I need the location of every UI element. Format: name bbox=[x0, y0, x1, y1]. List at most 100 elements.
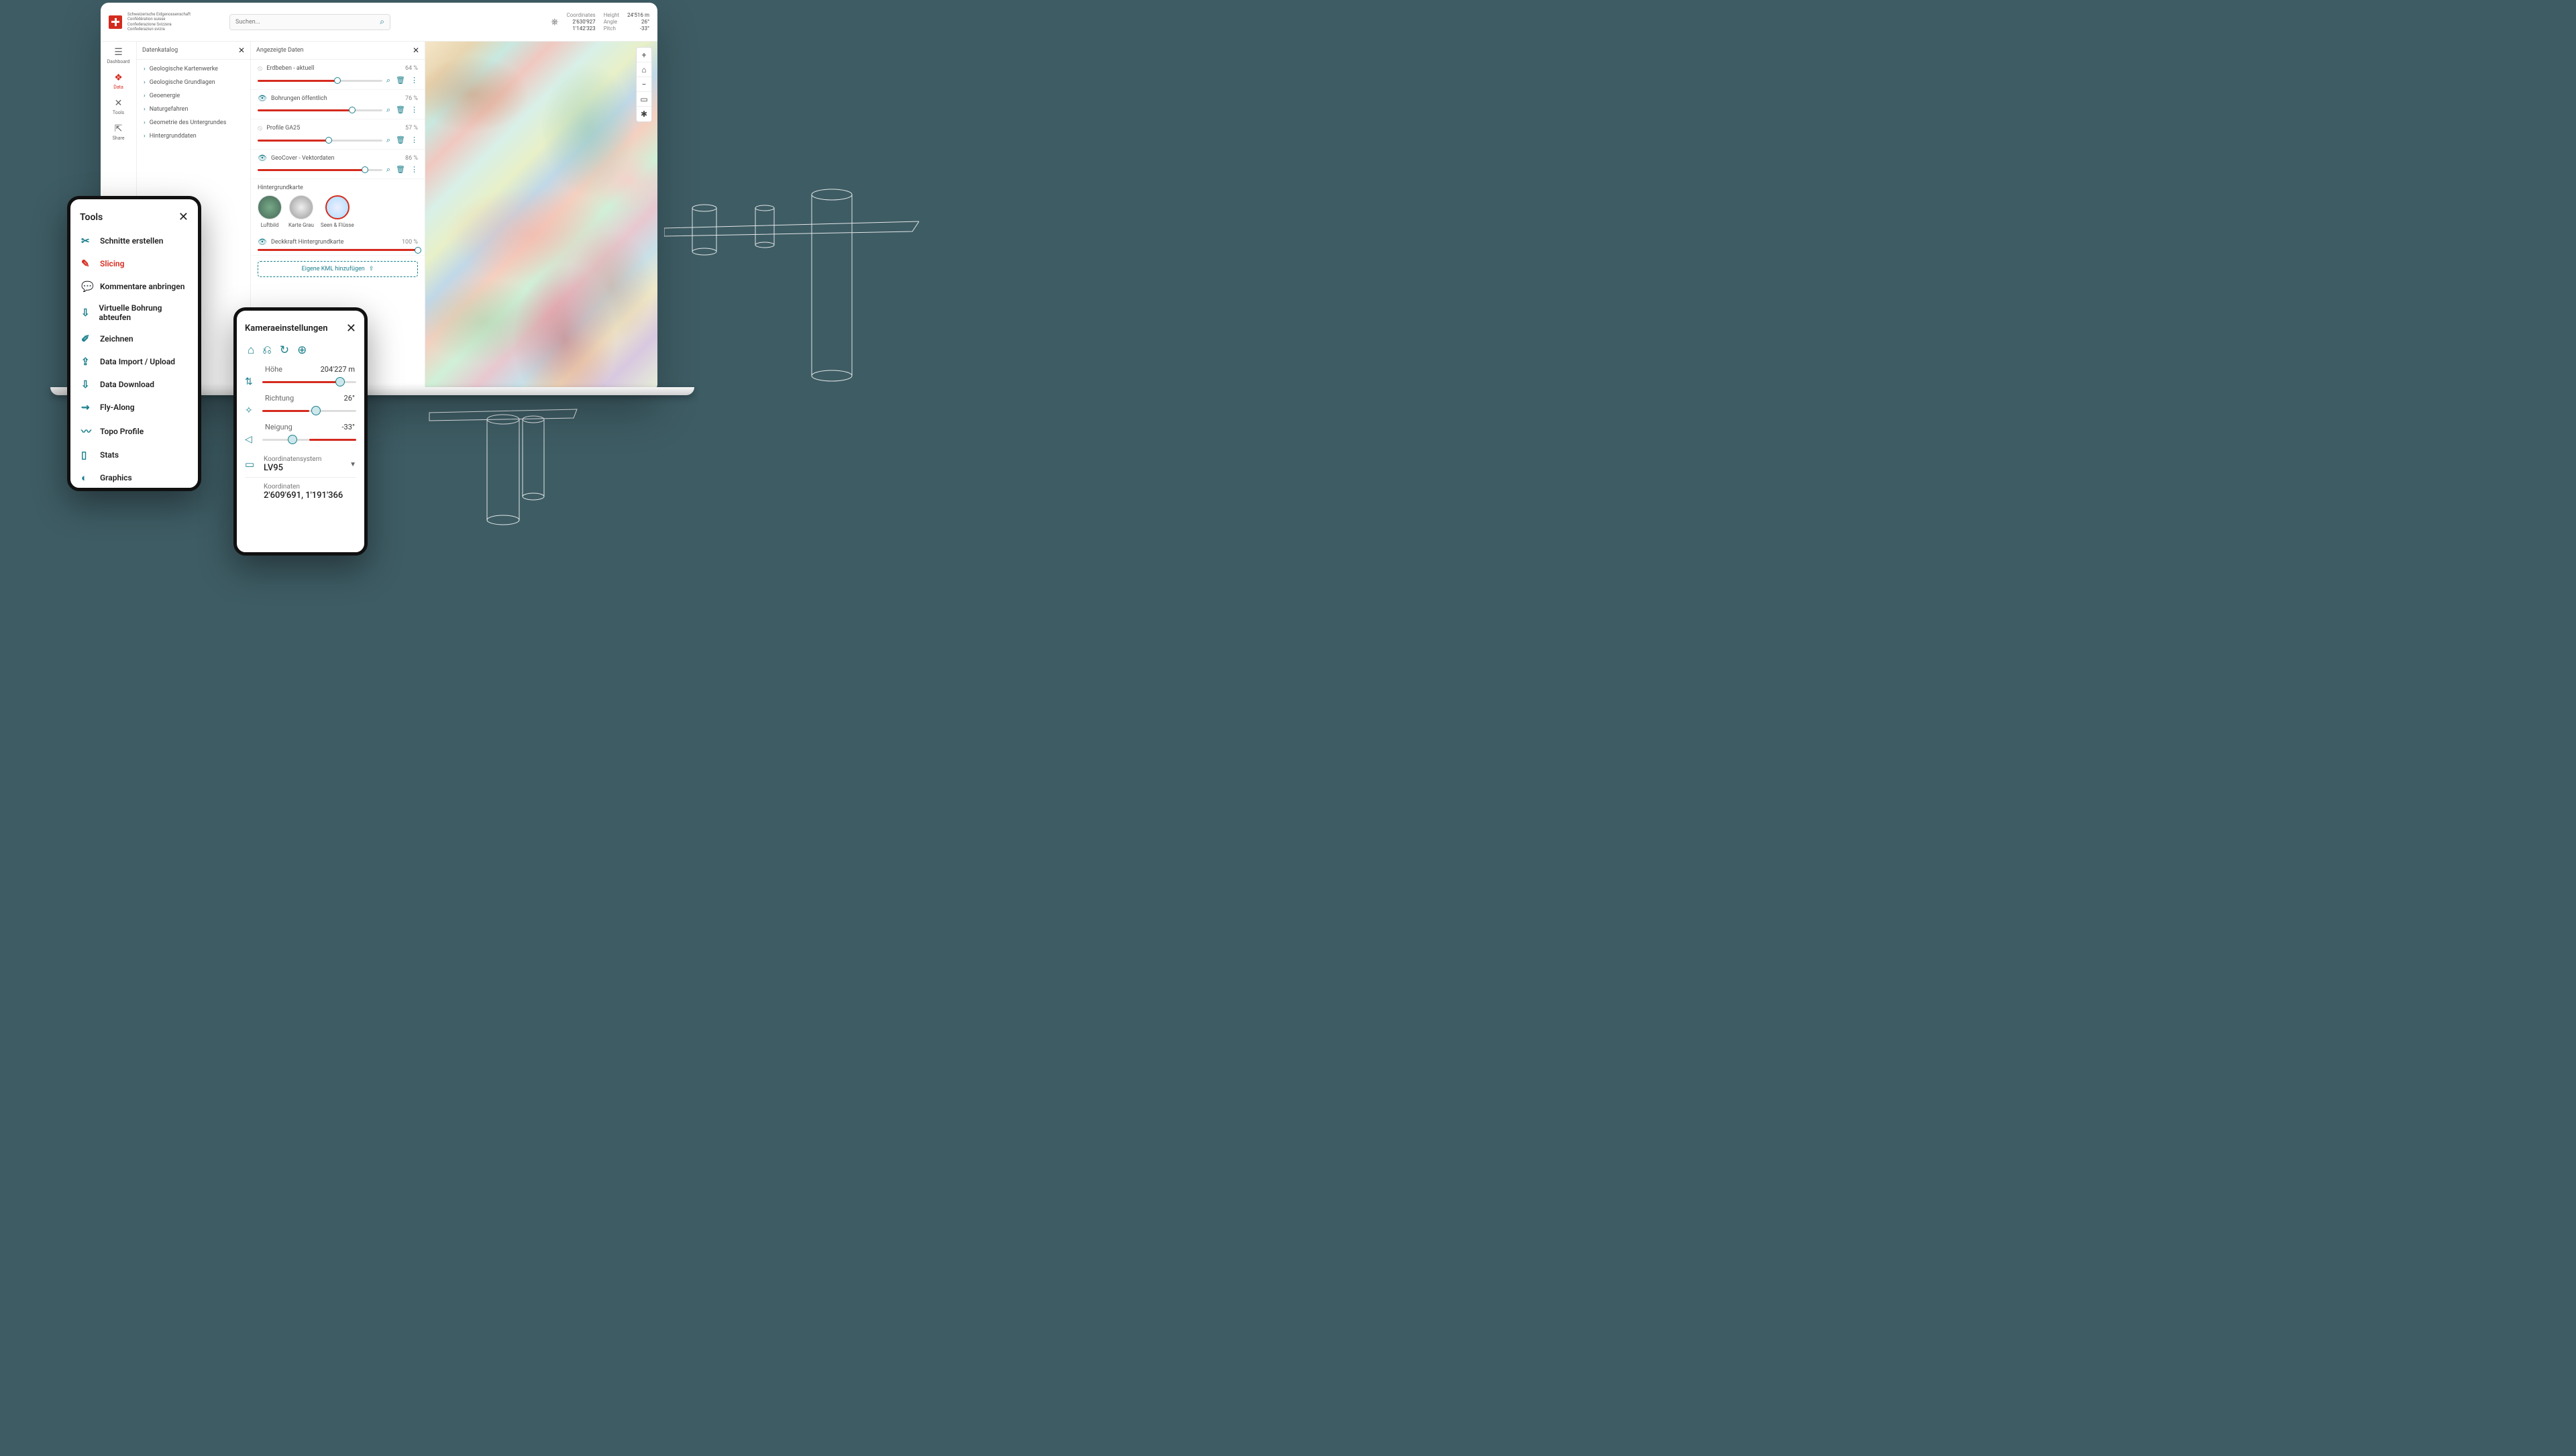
zoom-in-button[interactable]: + bbox=[637, 48, 651, 62]
more-icon[interactable]: ⋮ bbox=[411, 165, 418, 174]
search-input[interactable] bbox=[235, 19, 380, 25]
cam-tilt-label: Neigung bbox=[265, 423, 292, 431]
tool-item[interactable]: ⇩Virtuelle Bohrung abteufen bbox=[80, 299, 189, 326]
delete-icon[interactable]: 🗑 bbox=[396, 76, 405, 85]
home-button[interactable]: ⌂ bbox=[637, 62, 651, 77]
nav-share[interactable]: ⇱ Share bbox=[113, 123, 125, 141]
zoom-to-icon[interactable]: ⌕ bbox=[386, 76, 390, 85]
tool-item[interactable]: ✎Slicing bbox=[80, 254, 189, 274]
zoom-out-button[interactable]: − bbox=[637, 77, 651, 92]
eye-icon[interactable]: 👁 bbox=[258, 154, 267, 162]
tool-item[interactable]: ⇩Data Download bbox=[80, 374, 189, 395]
tool-label: Virtuelle Bohrung abteufen bbox=[99, 303, 187, 322]
compass-button[interactable]: ✱ bbox=[637, 107, 651, 121]
tool-item[interactable]: ▯ Stats bbox=[80, 445, 189, 465]
marker-icon: ⎈ bbox=[551, 17, 558, 28]
pitch-value: -33° bbox=[627, 25, 649, 32]
catalog-item[interactable]: › Hintergrunddaten bbox=[137, 129, 250, 143]
bg-option[interactable]: Karte Grau bbox=[288, 195, 314, 228]
height-icon: ⇅ bbox=[245, 376, 257, 387]
coords-north: 1'142'323 bbox=[567, 25, 596, 32]
menu-icon: ☰ bbox=[114, 47, 123, 58]
tool-label: Stats bbox=[100, 450, 119, 460]
bg-option[interactable]: Luftbild bbox=[258, 195, 282, 228]
layer-opacity-slider[interactable] bbox=[258, 140, 382, 142]
tool-item[interactable]: 💬Kommentare anbringen bbox=[80, 276, 189, 297]
tool-item[interactable]: ✂Schnitte erstellen bbox=[80, 231, 189, 251]
chevron-right-icon: › bbox=[144, 66, 146, 72]
tool-icon: ▯ bbox=[81, 449, 93, 461]
catalog-item[interactable]: › Geologische Grundlagen bbox=[137, 76, 250, 89]
chevron-right-icon: › bbox=[144, 119, 146, 126]
layer-opacity-slider[interactable] bbox=[258, 109, 382, 111]
app-header: Schweizerische Eidgenossenschaft Confédé… bbox=[101, 3, 657, 42]
cam-tilt-slider[interactable] bbox=[262, 439, 356, 441]
chevron-right-icon: › bbox=[144, 133, 146, 140]
bg-opacity-slider[interactable] bbox=[258, 249, 418, 251]
nav-dashboard[interactable]: ☰ Dashboard bbox=[107, 47, 130, 64]
catalog-item-label: Geologische Grundlagen bbox=[150, 79, 215, 86]
more-icon[interactable]: ⋮ bbox=[411, 136, 418, 145]
catalog-item-label: Hintergrunddaten bbox=[150, 133, 197, 140]
catalog-item[interactable]: ›Geometrie des Untergrundes bbox=[137, 116, 250, 129]
chevron-right-icon: › bbox=[144, 79, 146, 86]
cam-preset-2-icon[interactable]: ⎌ bbox=[262, 344, 272, 357]
bg-option[interactable]: Seen & Flüsse bbox=[321, 195, 354, 228]
search-box[interactable]: ⌕ bbox=[229, 14, 390, 30]
zoom-to-icon[interactable]: ⌕ bbox=[386, 105, 390, 115]
logo-area: Schweizerische Eidgenossenschaft Confédé… bbox=[109, 12, 229, 32]
delete-icon[interactable]: 🗑 bbox=[396, 136, 405, 145]
eye-icon[interactable]: ⦸ bbox=[258, 64, 262, 73]
swiss-cross-icon bbox=[109, 15, 122, 29]
cam-preset-1-icon[interactable]: ⌂ bbox=[248, 344, 254, 357]
layer-row: ⦸Profile GA2557 %⌕🗑⋮ bbox=[251, 119, 425, 150]
catalog-item[interactable]: ›Geologische Kartenwerke bbox=[137, 62, 250, 76]
more-icon[interactable]: ⋮ bbox=[411, 76, 418, 85]
camera-button[interactable]: ▭ bbox=[637, 92, 651, 107]
layer-name: Bohrungen öffentlich bbox=[271, 95, 401, 102]
delete-icon[interactable]: 🗑 bbox=[396, 165, 405, 174]
tools-title: Tools bbox=[80, 212, 103, 223]
displayed-title: Angezeigte Daten bbox=[256, 47, 304, 54]
map-viewport[interactable]: + ⌂ − ▭ ✱ bbox=[425, 42, 657, 392]
eye-icon[interactable]: 👁 bbox=[258, 238, 267, 246]
cam-preset-4-icon[interactable]: ⊕ bbox=[297, 344, 307, 357]
cam-coords-label: Koordinaten bbox=[264, 483, 356, 490]
chevron-right-icon: › bbox=[144, 93, 146, 99]
layer-opacity-slider[interactable] bbox=[258, 169, 382, 171]
tool-item[interactable]: ✐Zeichnen bbox=[80, 329, 189, 349]
eye-icon[interactable]: 👁 bbox=[258, 94, 267, 103]
nav-data[interactable]: ❖ Data bbox=[113, 72, 123, 90]
catalog-item[interactable]: ›Naturgefahren bbox=[137, 103, 250, 116]
close-icon[interactable]: ✕ bbox=[346, 321, 356, 335]
close-icon[interactable]: ✕ bbox=[178, 210, 189, 224]
tool-item[interactable]: ◐Graphics bbox=[80, 468, 189, 488]
cam-height-slider[interactable] bbox=[262, 381, 356, 383]
close-icon[interactable]: ✕ bbox=[413, 46, 419, 55]
cam-direction-slider[interactable] bbox=[262, 410, 356, 412]
layer-name: GeoCover - Vektordaten bbox=[271, 155, 401, 162]
delete-icon[interactable]: 🗑 bbox=[396, 105, 405, 115]
nav-tools[interactable]: ✕ Tools bbox=[113, 98, 124, 115]
layer-opacity-slider[interactable] bbox=[258, 80, 382, 82]
cam-preset-3-icon[interactable]: ↻ bbox=[280, 344, 289, 357]
add-kml-button[interactable]: Eigene KML hinzufügen ⇪ bbox=[258, 261, 418, 277]
close-icon[interactable]: ✕ bbox=[238, 46, 245, 55]
catalog-item[interactable]: ›Geoenergie bbox=[137, 89, 250, 103]
layer-opacity-value: 76 % bbox=[405, 95, 418, 102]
eye-icon[interactable]: ⦸ bbox=[258, 123, 262, 133]
camera-readout: ⎈ Coordinates 2'630'927 1'142'323 Height… bbox=[551, 12, 649, 32]
cam-crs-select[interactable]: ▭ Koordinatensystem LV95 ▼ bbox=[245, 452, 356, 478]
cam-crs-label: Koordinatensystem bbox=[264, 456, 343, 463]
tool-item[interactable]: 〰Topo Profile bbox=[80, 420, 189, 442]
tool-item[interactable]: ⇪Data Import / Upload bbox=[80, 352, 189, 372]
tool-icon: ⇝ bbox=[81, 401, 93, 413]
camera-icon: ▭ bbox=[245, 458, 257, 470]
search-icon[interactable]: ⌕ bbox=[380, 17, 384, 27]
zoom-to-icon[interactable]: ⌕ bbox=[386, 136, 390, 145]
more-icon[interactable]: ⋮ bbox=[411, 105, 418, 115]
tool-item[interactable]: ⇝Fly-Along bbox=[80, 397, 189, 417]
cam-direction-row: Richtung 26° ✧ bbox=[245, 394, 356, 416]
zoom-to-icon[interactable]: ⌕ bbox=[386, 165, 390, 174]
upload-icon: ⇪ bbox=[369, 266, 374, 272]
